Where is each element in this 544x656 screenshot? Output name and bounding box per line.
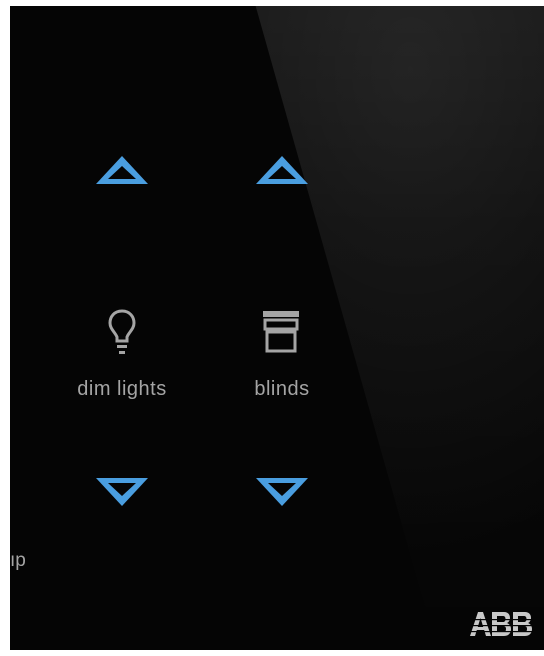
cropped-label: ıp — [10, 550, 26, 571]
chevron-up-icon — [256, 156, 308, 184]
blinds-up-button[interactable] — [254, 154, 310, 186]
abb-logo — [470, 610, 534, 638]
dim-lights-label: dim lights — [77, 378, 167, 400]
blinds-icon — [262, 310, 300, 359]
chevron-down-icon — [256, 478, 308, 506]
dim-lights-up-button[interactable] — [94, 154, 150, 186]
blinds-down-button[interactable] — [254, 476, 310, 508]
chevron-down-icon — [96, 478, 148, 506]
touch-panel: dim lights blinds ıp — [10, 6, 544, 650]
dim-lights-down-button[interactable] — [94, 476, 150, 508]
lightbulb-icon — [108, 308, 136, 361]
chevron-up-icon — [96, 156, 148, 184]
blinds-label: blinds — [254, 378, 310, 400]
